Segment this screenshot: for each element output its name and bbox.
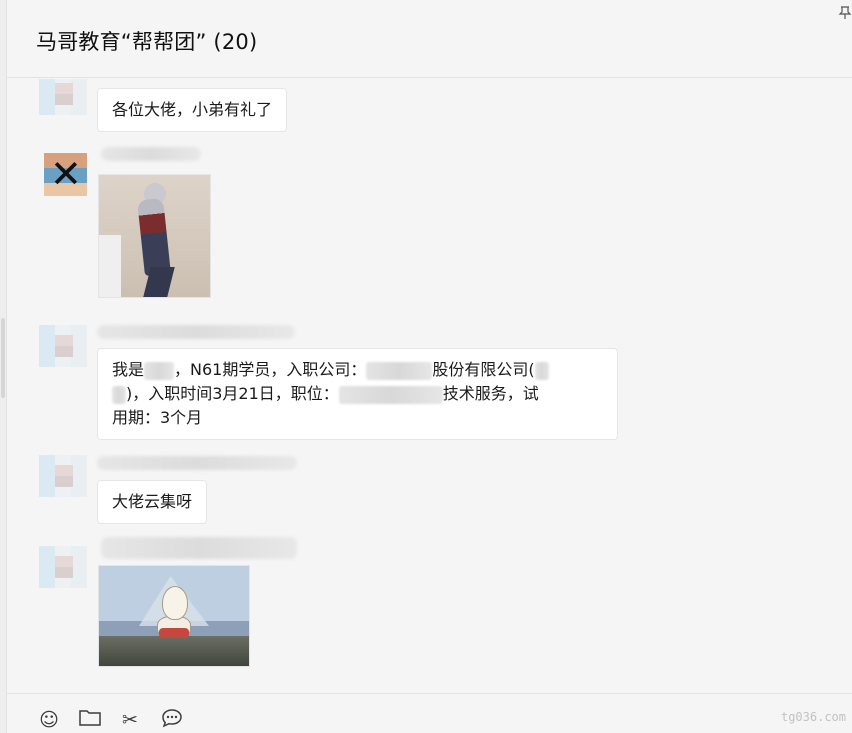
message-line: 用期：3个月	[112, 406, 603, 430]
input-toolbar: ☺ ✂ tg036.com	[7, 693, 852, 733]
x-logo-icon: ✕	[50, 152, 82, 196]
redacted-text	[112, 385, 126, 404]
image-message[interactable]	[98, 174, 211, 298]
avatar[interactable]	[39, 546, 87, 588]
sticker-character-shorts	[159, 628, 189, 638]
message-text: 股份有限公司(	[432, 360, 535, 379]
message-bubble[interactable]: 各位大佬，小弟有礼了	[97, 88, 288, 132]
left-scrollbar[interactable]	[1, 318, 5, 398]
message-line: )，入职时间3月21日，职位： 技术服务，试	[112, 382, 603, 406]
emoji-icon[interactable]: ☺	[37, 708, 61, 732]
left-panel-edge	[0, 0, 7, 733]
sender-name-redacted	[97, 456, 297, 470]
avatar[interactable]: ✕	[44, 153, 87, 196]
image-background	[99, 235, 121, 297]
scissors-icon[interactable]: ✂	[118, 708, 142, 732]
folder-icon[interactable]	[78, 708, 102, 732]
message-bubble[interactable]: 大佬云集呀	[97, 480, 208, 524]
avatar[interactable]	[39, 455, 87, 497]
message-text: ，N61期学员，入职公司：	[174, 360, 367, 379]
message-list[interactable]: 各位大佬，小弟有礼了 ✕ 我是 ，N61期学员，入职公司： 股份有限公司( )，入职…	[7, 79, 852, 693]
message-text: )，入职时间3月21日，职位：	[126, 384, 339, 403]
message-text: 用期：3个月	[112, 408, 203, 427]
message-line: 我是 ，N61期学员，入职公司： 股份有限公司(	[112, 358, 603, 382]
figure-body	[137, 197, 171, 277]
avatar[interactable]	[39, 79, 87, 115]
sticker-character-head	[162, 586, 188, 620]
watermark: tg036.com	[780, 710, 846, 724]
chat-history-icon[interactable]	[160, 708, 184, 732]
sender-name-redacted	[97, 325, 295, 339]
redacted-text	[366, 361, 433, 380]
message-text: 技术服务，试	[442, 384, 539, 403]
sticker-message[interactable]	[98, 565, 250, 667]
sender-name-redacted	[101, 147, 201, 161]
message-bubble[interactable]: 我是 ，N61期学员，入职公司： 股份有限公司( )，入职时间3月21日，职位： 技术…	[97, 348, 618, 440]
avatar[interactable]	[39, 325, 87, 367]
message-text: 各位大佬，小弟有礼了	[112, 100, 273, 119]
group-title: 马哥教育“帮帮团” (20)	[36, 30, 258, 54]
message-text: 大佬云集呀	[112, 492, 193, 511]
redacted-text	[144, 361, 175, 380]
redacted-text	[534, 361, 549, 380]
pin-icon[interactable]	[838, 6, 852, 20]
redacted-text	[338, 385, 443, 404]
chat-header: 马哥教育“帮帮团” (20)	[7, 0, 852, 78]
sticker-rock	[99, 636, 249, 666]
message-text: 我是	[112, 360, 145, 379]
sender-name-redacted	[101, 537, 297, 559]
